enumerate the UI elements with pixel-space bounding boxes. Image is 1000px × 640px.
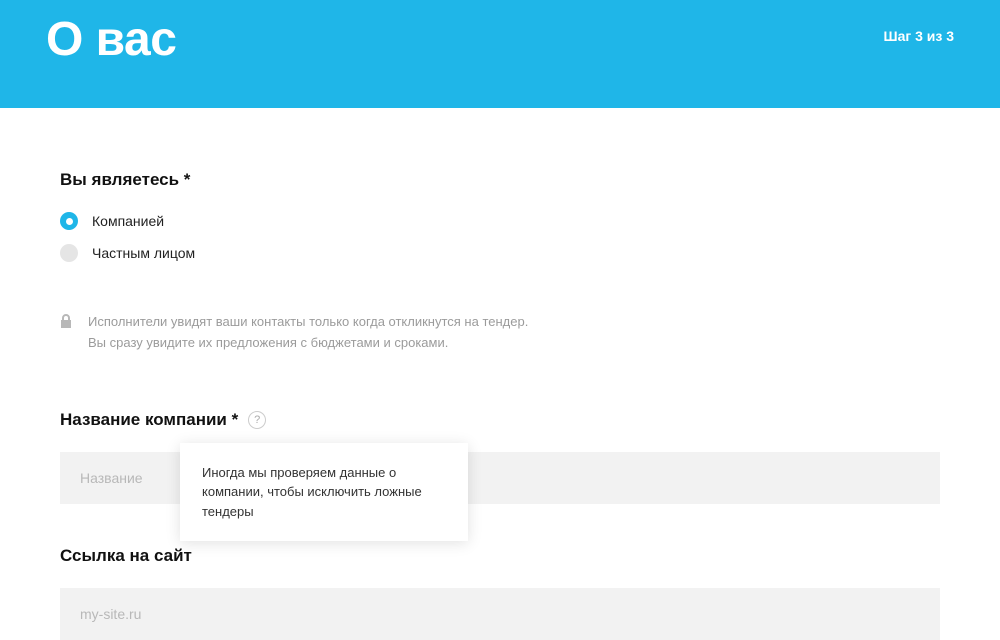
website-input[interactable] [60, 588, 940, 640]
radio-company-label: Компанией [92, 213, 164, 229]
company-name-label-row: Название компании * ? [60, 410, 940, 430]
radio-dot-icon [60, 212, 78, 230]
radio-individual-label: Частным лицом [92, 245, 195, 261]
help-icon[interactable]: ? [248, 411, 266, 429]
radio-company[interactable]: Компанией [60, 212, 940, 230]
company-name-tooltip: Иногда мы проверяем данные о компании, ч… [180, 443, 468, 542]
entity-type-radio-group: Компанией Частным лицом [60, 212, 940, 262]
privacy-line1: Исполнители увидят ваши контакты только … [88, 314, 528, 329]
radio-dot-icon [60, 244, 78, 262]
privacy-line2: Вы сразу увидите их предложения с бюджет… [88, 335, 448, 350]
radio-individual[interactable]: Частным лицом [60, 244, 940, 262]
privacy-notice: Исполнители увидят ваши контакты только … [60, 312, 940, 354]
entity-type-label: Вы являетесь * [60, 170, 940, 190]
website-input-wrap [60, 588, 940, 640]
page-title: О вас [46, 12, 176, 67]
form-content: Вы являетесь * Компанией Частным лицом И… [0, 108, 1000, 640]
company-name-label: Название компании * [60, 410, 238, 430]
privacy-text: Исполнители увидят ваши контакты только … [88, 312, 528, 354]
company-name-input-wrap: Иногда мы проверяем данные о компании, ч… [60, 452, 940, 504]
lock-icon [60, 314, 72, 333]
page-header: О вас Шаг 3 из 3 [0, 0, 1000, 108]
website-label: Ссылка на сайт [60, 546, 940, 566]
step-indicator: Шаг 3 из 3 [884, 28, 955, 44]
